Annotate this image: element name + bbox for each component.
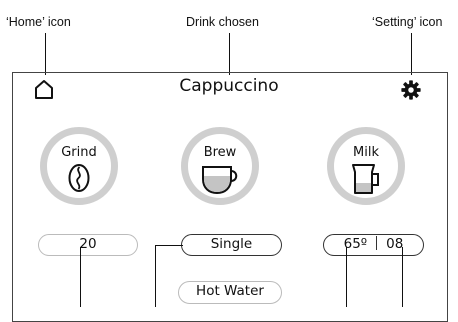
brew-button[interactable]: Brew (181, 127, 259, 205)
milk-label: Milk (353, 145, 379, 160)
milk-temperature-leader-line (346, 247, 347, 307)
grind-value[interactable]: 20 (38, 234, 138, 256)
gear-icon[interactable] (400, 79, 422, 101)
milk-divider (376, 236, 378, 250)
cup-icon (202, 166, 238, 195)
home-icon-callout: ‘Home’ icon (6, 15, 71, 29)
grind-value-leader-line (80, 247, 81, 307)
coffee-bean-icon (68, 164, 90, 192)
drink-chosen-callout: Drink chosen (186, 15, 259, 29)
grind-label: Grind (61, 145, 97, 160)
milk-amount: 08 (386, 236, 404, 252)
setting-icon-callout: ‘Setting’ icon (372, 15, 443, 29)
brew-value-leader-line (155, 245, 156, 307)
hot-water-button[interactable]: Hot Water (178, 281, 282, 304)
drink-leader-line (229, 33, 230, 75)
brew-label: Brew (203, 145, 237, 160)
brew-size-selector[interactable]: Single (181, 234, 282, 256)
drink-title: Cappuccino (179, 76, 279, 96)
milk-amount-leader-line (402, 247, 403, 307)
setting-leader-line (411, 33, 412, 75)
home-leader-line (45, 33, 46, 75)
brew-value-leader-hook (155, 245, 183, 246)
milk-temperature: 65º (343, 236, 368, 252)
milk-settings[interactable]: 65º 08 (323, 234, 424, 256)
milk-button[interactable]: Milk (327, 127, 405, 205)
milk-jug-icon (352, 164, 379, 194)
grind-button[interactable]: Grind (40, 127, 118, 205)
